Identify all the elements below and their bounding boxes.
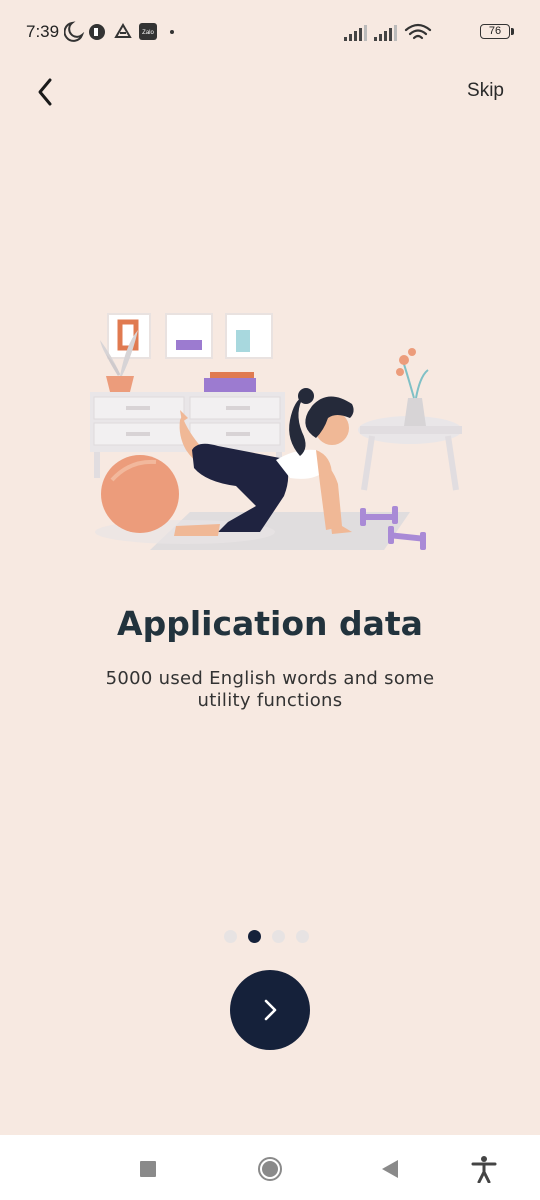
page-dot-3[interactable] [272, 929, 285, 943]
exercise-ball [101, 455, 179, 533]
chevron-right-icon [264, 999, 277, 1021]
page-dot-2-active[interactable] [248, 929, 261, 943]
svg-text:Zalo: Zalo [142, 30, 154, 36]
page-dot-1[interactable] [224, 929, 237, 943]
page-dot-4[interactable] [296, 929, 309, 943]
status-time: 7:39 [26, 22, 60, 41]
back-icon [382, 1160, 398, 1178]
signal-icon [374, 25, 397, 41]
yoga-woman-illustration [90, 313, 462, 550]
wifi-icon [404, 23, 432, 40]
skip-button[interactable]: Skip [467, 80, 504, 102]
battery-tip [511, 28, 514, 35]
onboarding-title: Application data [117, 604, 423, 643]
onboarding-subtitle: 5000 used English words and some utility… [105, 668, 435, 711]
zalo-icon: Zalo [139, 23, 157, 40]
chevron-left-icon [38, 78, 52, 106]
battery-icon: 76 [480, 24, 510, 39]
drive-icon [114, 23, 132, 38]
wall-frames [107, 313, 273, 359]
back-button[interactable] [24, 70, 68, 114]
next-button[interactable] [230, 970, 310, 1050]
signal-icon [344, 25, 367, 41]
side-table [358, 348, 462, 491]
home-button[interactable] [256, 1155, 284, 1183]
status-notification-icons: Zalo [64, 21, 174, 42]
home-icon [258, 1157, 282, 1181]
status-bar: 7:39 Zalo 76 [0, 0, 540, 66]
recents-button[interactable] [134, 1155, 162, 1183]
page-indicator [224, 928, 309, 944]
recents-icon [140, 1161, 156, 1177]
status-system-icons [344, 23, 432, 41]
accessibility-button[interactable] [470, 1155, 498, 1184]
back-nav-button[interactable] [376, 1155, 404, 1183]
notification-app-icon [89, 24, 105, 40]
accessibility-icon [471, 1156, 497, 1184]
moon-icon [64, 21, 85, 42]
system-navigation-bar [0, 1135, 540, 1200]
